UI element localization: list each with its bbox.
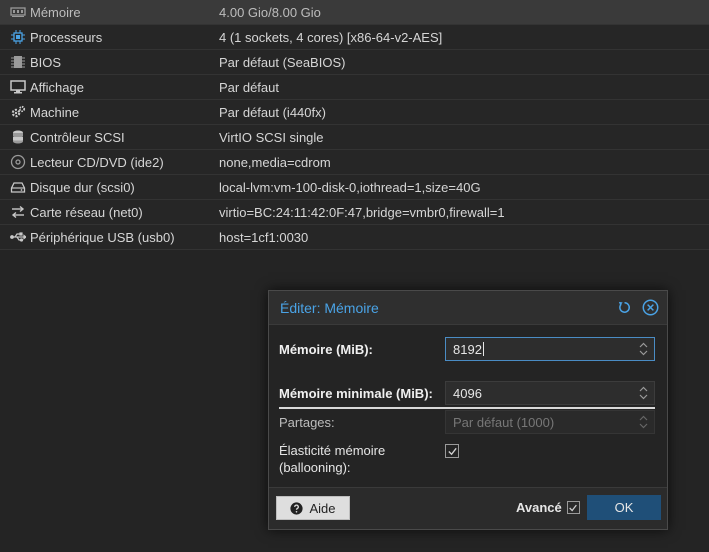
hardware-value: local-lvm:vm-100-disk-0,iothread=1,size=… [219,179,481,195]
monitor-icon [0,79,30,95]
shares-row: Partages: Par défaut (1000) [279,410,655,434]
memory-icon [0,4,30,20]
ok-button[interactable]: OK [587,495,661,520]
hardware-name: Lecteur CD/DVD (ide2) [30,154,164,170]
ballooning-checkbox[interactable] [445,444,459,458]
hardware-value: VirtIO SCSI single [219,129,324,145]
min-memory-label: Mémoire minimale (MiB): [279,385,433,401]
check-icon [569,504,578,511]
chip-icon [0,54,30,70]
help-label: Aide [309,500,336,516]
close-icon[interactable] [641,299,659,317]
dialog-header: Éditer: Mémoire [269,291,667,325]
hardware-name: Périphérique USB (usb0) [30,229,175,245]
hardware-row-machine[interactable]: Machine Par défaut (i440fx) [0,100,709,125]
spinner-icon[interactable] [639,414,648,430]
hardware-value: virtio=BC:24:11:42:0F:47,bridge=vmbr0,fi… [219,204,505,220]
hardware-name: BIOS [30,54,62,70]
gears-icon [0,104,30,120]
ballooning-label: Élasticité mémoire (ballooning): [279,443,386,475]
advanced-toggle[interactable]: Avancé [516,500,580,515]
hardware-name: Machine [30,104,80,120]
shares-placeholder: Par défaut (1000) [453,414,555,430]
shares-input[interactable]: Par défaut (1000) [445,410,655,434]
help-button[interactable]: Aide [276,496,350,520]
ballooning-row: Élasticité mémoire (ballooning): [279,442,459,476]
hardware-value: Par défaut (i440fx) [219,104,326,120]
hardware-value: 4 (1 sockets, 4 cores) [x86-64-v2-AES] [219,29,443,45]
separator [279,407,655,409]
memory-label: Mémoire (MiB): [279,341,373,357]
disc-icon [0,154,30,170]
check-icon [447,447,457,455]
hardware-name: Affichage [30,79,84,95]
shares-label: Partages: [279,414,335,430]
hardware-table: Mémoire 4.00 Gio/8.00 Gio Processeurs 4 … [0,0,709,250]
hardware-row-cdrom[interactable]: Lecteur CD/DVD (ide2) none,media=cdrom [0,150,709,175]
hardware-name: Mémoire [30,4,81,20]
text-cursor [482,342,484,356]
hardware-name: Carte réseau (net0) [30,204,143,220]
hardware-value: Par défaut (SeaBIOS) [219,54,346,70]
dialog-footer: Aide Avancé OK [269,487,667,529]
memory-row: Mémoire (MiB): 8192 [279,337,655,361]
hardware-row-display[interactable]: Affichage Par défaut [0,75,709,100]
reset-icon[interactable] [615,299,633,317]
cpu-icon [0,29,30,45]
hardware-name: Contrôleur SCSI [30,129,125,145]
edit-memory-dialog: Éditer: Mémoire Mémoire (MiB): 8192 Mémo… [268,290,668,530]
hardware-value: Par défaut [219,79,279,95]
hardware-row-memory[interactable]: Mémoire 4.00 Gio/8.00 Gio [0,0,709,25]
hardware-name: Disque dur (scsi0) [30,179,135,195]
hdd-icon [0,179,30,195]
hardware-row-scsi-controller[interactable]: Contrôleur SCSI VirtIO SCSI single [0,125,709,150]
min-memory-value: 4096 [453,385,482,401]
min-memory-row: Mémoire minimale (MiB): 4096 [279,381,655,405]
hardware-value: 4.00 Gio/8.00 Gio [219,4,321,20]
dialog-body: Mémoire (MiB): 8192 Mémoire minimale (Mi… [269,325,667,487]
spinner-icon[interactable] [639,385,648,401]
memory-input[interactable]: 8192 [445,337,655,361]
database-icon [0,129,30,145]
hardware-value: host=1cf1:0030 [219,229,309,245]
dialog-title: Éditer: Mémoire [280,299,379,316]
hardware-value: none,media=cdrom [219,154,331,170]
spinner-icon[interactable] [639,341,648,357]
hardware-row-processors[interactable]: Processeurs 4 (1 sockets, 4 cores) [x86-… [0,25,709,50]
exchange-icon [0,204,30,220]
hardware-row-hard-disk[interactable]: Disque dur (scsi0) local-lvm:vm-100-disk… [0,175,709,200]
hardware-row-network[interactable]: Carte réseau (net0) virtio=BC:24:11:42:0… [0,200,709,225]
question-icon [290,501,304,515]
hardware-name: Processeurs [30,29,103,45]
min-memory-input[interactable]: 4096 [445,381,655,405]
hardware-row-bios[interactable]: BIOS Par défaut (SeaBIOS) [0,50,709,75]
advanced-checkbox[interactable] [566,501,580,514]
hardware-row-usb[interactable]: Périphérique USB (usb0) host=1cf1:0030 [0,225,709,250]
memory-value: 8192 [453,341,482,357]
advanced-label: Avancé [516,500,562,515]
usb-icon [0,229,30,245]
